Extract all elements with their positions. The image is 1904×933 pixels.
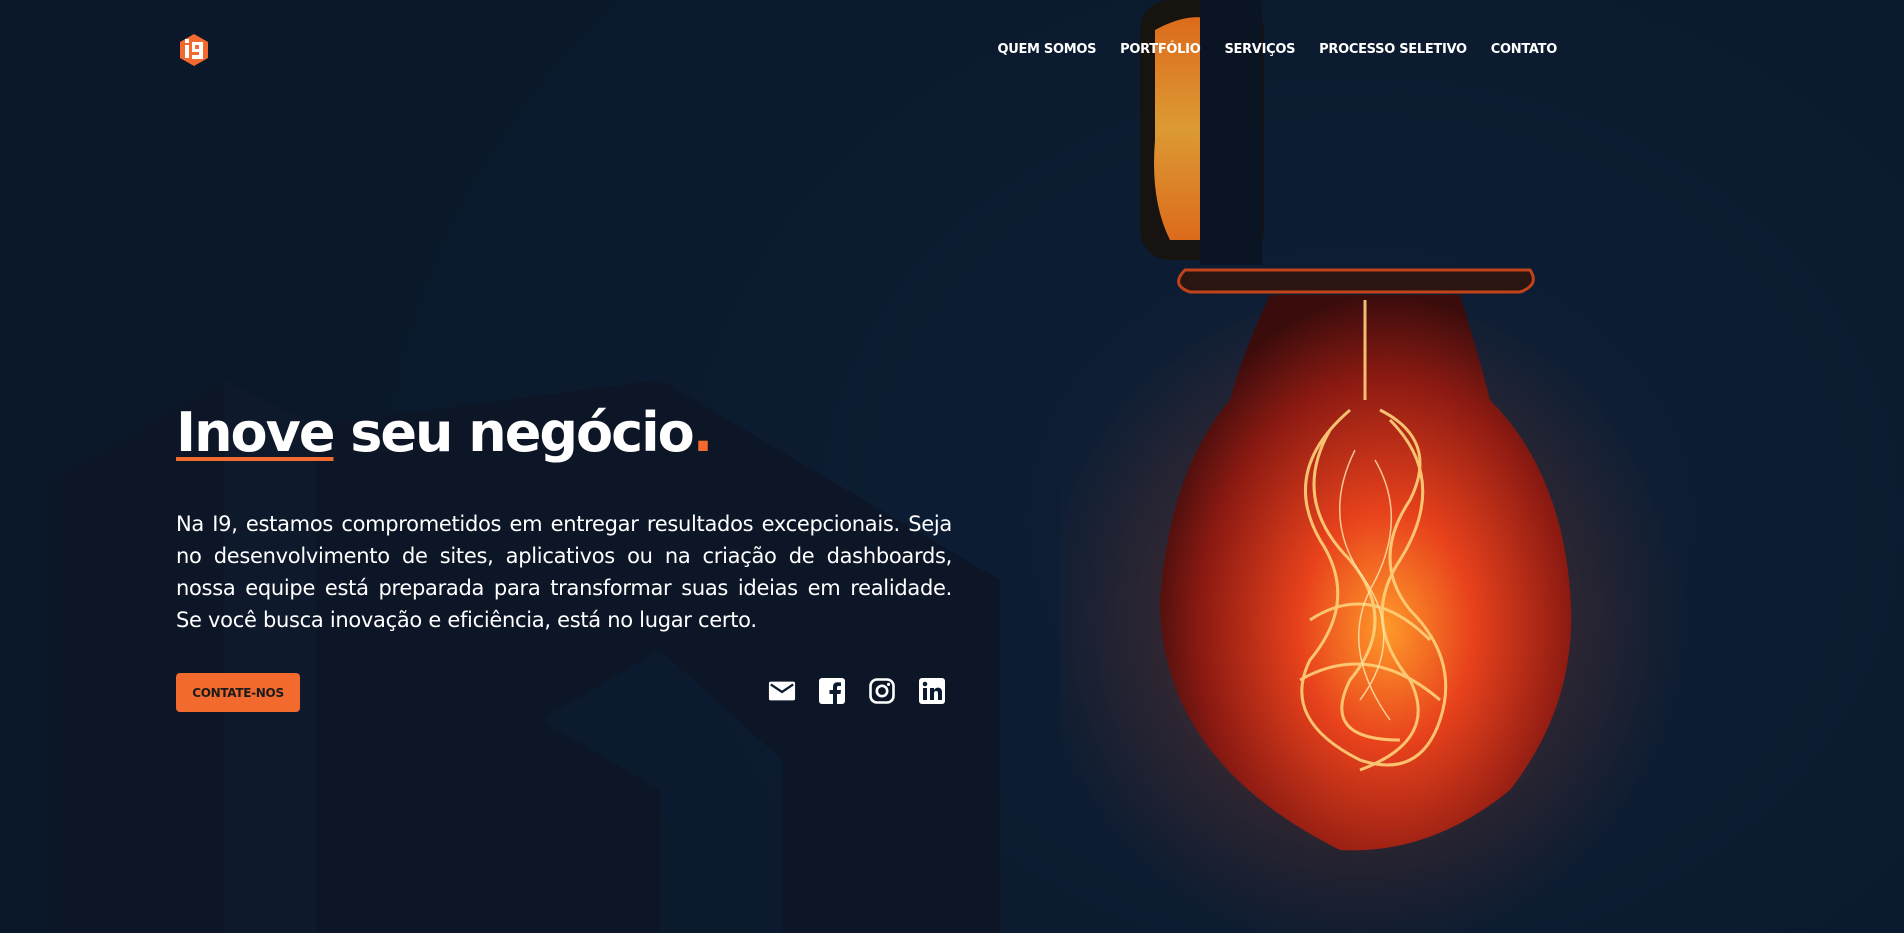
nav-item-processo-seletivo[interactable]: PROCESSO SELETIVO [1319, 42, 1467, 57]
nav-item-contato[interactable]: CONTATO [1491, 42, 1558, 57]
facebook-icon[interactable] [818, 676, 846, 706]
main-nav: QUEM SOMOS PORTFÓLIO SERVIÇOS PROCESSO S… [997, 42, 1557, 57]
email-icon[interactable] [768, 676, 796, 706]
light-bulb-image [1060, 0, 1690, 933]
nav-item-servicos[interactable]: SERVIÇOS [1224, 42, 1295, 57]
headline-highlight: Inove [176, 401, 335, 464]
social-links [768, 676, 946, 706]
nav-item-quem-somos[interactable]: QUEM SOMOS [997, 42, 1096, 57]
i9-logo-icon [180, 34, 208, 66]
brand-logo[interactable] [176, 32, 212, 68]
headline-dot: . [692, 401, 713, 464]
headline-text: seu negócio [333, 401, 694, 464]
linkedin-icon[interactable] [918, 676, 946, 706]
hero-headline: Inove seu negócio. [176, 398, 713, 468]
contact-button[interactable]: CONTATE-NOS [176, 673, 300, 712]
hero-section: QUEM SOMOS PORTFÓLIO SERVIÇOS PROCESSO S… [0, 0, 1904, 933]
instagram-icon[interactable] [868, 676, 896, 706]
nav-item-portfolio[interactable]: PORTFÓLIO [1120, 42, 1201, 57]
hero-intro-text: Na I9, estamos comprometidos em entregar… [176, 512, 952, 632]
